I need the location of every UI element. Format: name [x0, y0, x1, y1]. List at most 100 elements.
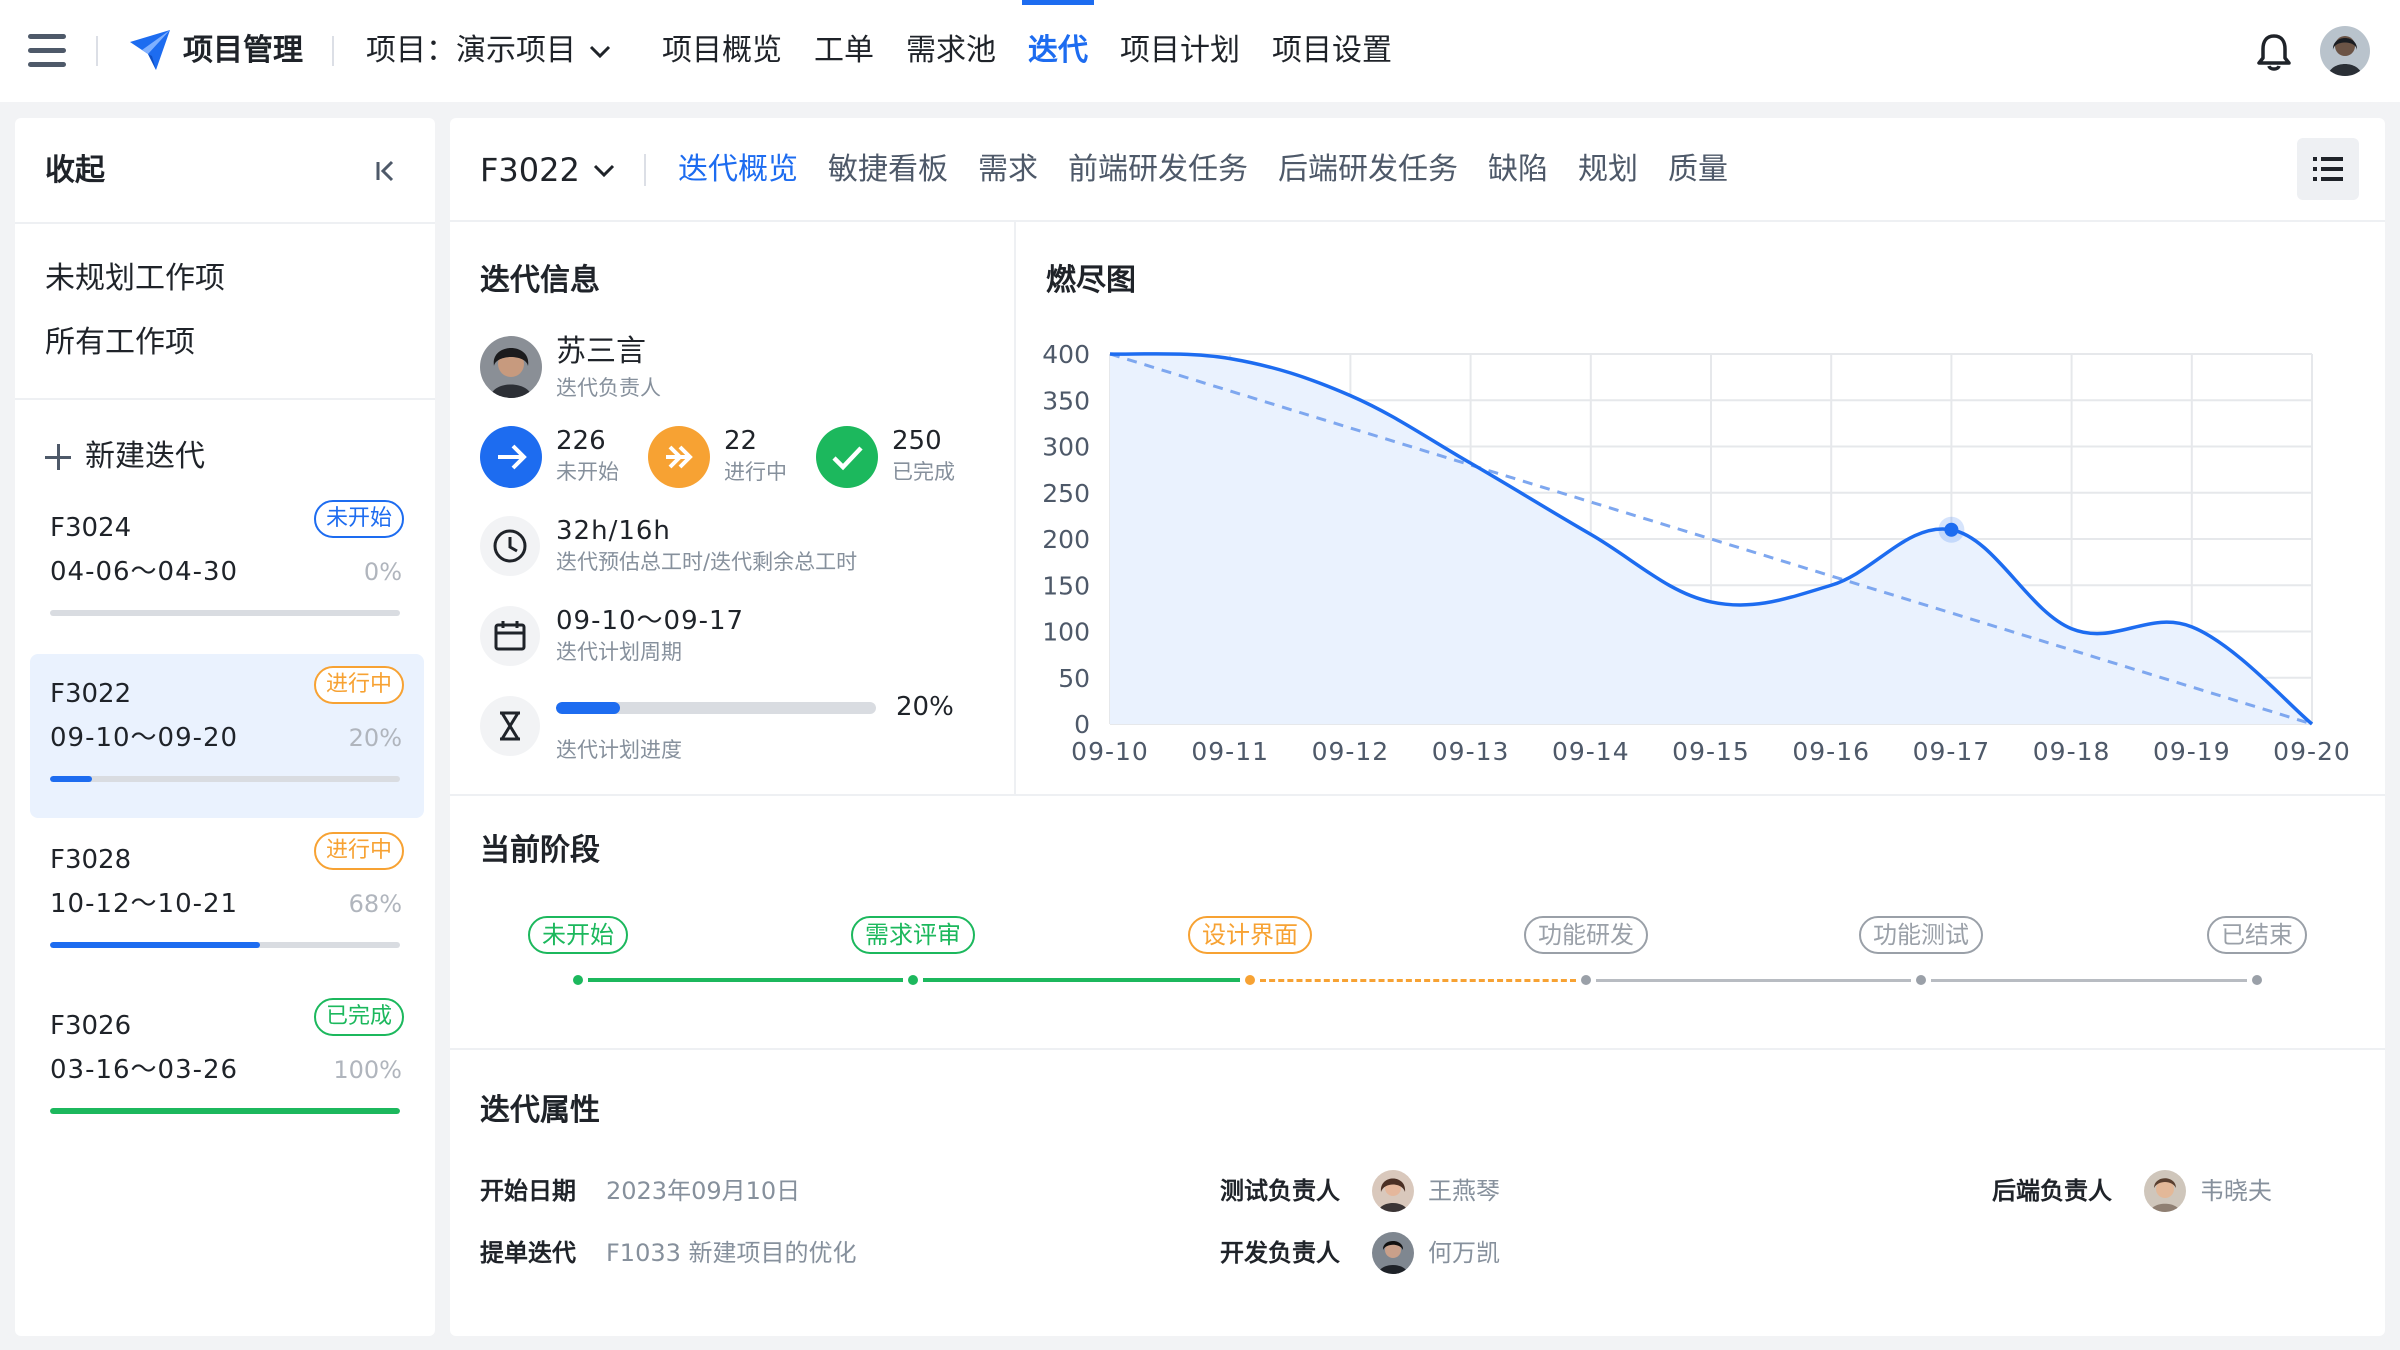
iteration-attributes-title: 迭代属性: [480, 1093, 600, 1128]
iteration-progress-bar: [50, 942, 400, 948]
stage-badge: 功能测试: [1859, 916, 1983, 954]
owner-role: 迭代负责人: [556, 376, 661, 400]
backend-owner-name: 韦晓夫: [2200, 1177, 2272, 1205]
plan-progress-label: 迭代计划进度: [556, 738, 682, 762]
divider: [450, 1048, 2385, 1050]
developer-name: 何万凯: [1428, 1239, 1500, 1267]
stat-completed-count: 250: [892, 426, 942, 456]
iteration-selector[interactable]: F3022: [480, 148, 616, 192]
iteration-card[interactable]: F3028 进行中 10-12～10-21 68%: [30, 820, 424, 984]
user-avatar[interactable]: [2320, 26, 2370, 76]
main-nav: 项目概览 工单 需求池 迭代 项目计划 项目设置: [662, 0, 1424, 102]
nav-overview[interactable]: 项目概览: [662, 0, 782, 102]
tab-agile-board[interactable]: 敏捷看板: [828, 118, 948, 222]
work-hours-label: 迭代预估总工时/迭代剩余总工时: [556, 550, 858, 574]
nav-project-settings[interactable]: 项目设置: [1272, 0, 1392, 102]
check-icon: [816, 426, 878, 488]
x-tick-label: 09-11: [1191, 737, 1269, 766]
nav-project-plan[interactable]: 项目计划: [1120, 0, 1240, 102]
stage-connector: [1260, 979, 1576, 982]
sidebar-link-unplanned[interactable]: 未规划工作项: [45, 258, 225, 300]
nav-iterations[interactable]: 迭代: [1022, 0, 1094, 102]
stage-connector: [1931, 979, 2247, 982]
stage-dot: [908, 975, 918, 985]
hourglass-icon: [480, 696, 540, 756]
bell-icon[interactable]: [2255, 32, 2293, 72]
new-iteration-button[interactable]: 新建迭代: [45, 436, 205, 478]
tester-avatar: [1372, 1170, 1414, 1212]
x-tick-label: 09-16: [1792, 737, 1870, 766]
project-selector[interactable]: 项目：演示项目: [366, 30, 612, 72]
tab-frontend-tasks[interactable]: 前端研发任务: [1068, 118, 1248, 222]
nav-requirement-pool[interactable]: 需求池: [906, 0, 996, 102]
stage-connector: [923, 978, 1240, 982]
sidebar-link-all-items[interactable]: 所有工作项: [45, 322, 195, 364]
clock-icon: [480, 516, 540, 576]
y-tick-label: 0: [1074, 710, 1090, 739]
tab-defects[interactable]: 缺陷: [1488, 118, 1548, 222]
x-tick-label: 09-14: [1552, 737, 1630, 766]
iteration-selector-label: F3022: [480, 151, 580, 189]
tab-requirements[interactable]: 需求: [978, 118, 1038, 222]
developer-avatar: [1372, 1232, 1414, 1274]
tab-quality[interactable]: 质量: [1668, 118, 1728, 222]
stage-dot: [1916, 975, 1926, 985]
iteration-dates: 03-16～03-26: [50, 1055, 239, 1085]
iteration-dates: 09-10～09-20: [50, 723, 239, 753]
sidebar-header: 收起: [15, 118, 435, 224]
iteration-card[interactable]: F3024 未开始 04-06～04-30 0%: [30, 488, 424, 652]
hamburger-icon[interactable]: [28, 34, 68, 68]
x-tick-label: 09-18: [2033, 737, 2111, 766]
owner-name: 苏三言: [556, 334, 646, 369]
iteration-info-title: 迭代信息: [480, 263, 600, 298]
divider: [450, 794, 2385, 796]
collapse-left-icon[interactable]: [370, 156, 400, 186]
iteration-name: F3022: [50, 679, 132, 709]
stat-completed-label: 已完成: [892, 460, 955, 484]
plan-progress-percent: 20%: [896, 692, 954, 722]
paper-plane-logo: [128, 28, 172, 72]
stage-badge: 需求评审: [851, 916, 975, 954]
tab-planning[interactable]: 规划: [1578, 118, 1638, 222]
iteration-name: F3028: [50, 845, 132, 875]
iteration-card[interactable]: F3026 已完成 03-16～03-26 100%: [30, 986, 424, 1150]
progress-fill: [50, 776, 92, 782]
progress-fill: [50, 942, 260, 948]
sidebar-title[interactable]: 收起: [45, 150, 105, 192]
stage-dot: [573, 975, 583, 985]
iteration-percent: 100%: [333, 1056, 402, 1084]
tab-backend-tasks[interactable]: 后端研发任务: [1278, 118, 1458, 222]
work-hours-value: 32h/16h: [556, 516, 671, 546]
list-view-button[interactable]: [2297, 138, 2359, 200]
backend-owner-avatar: [2144, 1170, 2186, 1212]
tab-iteration-overview[interactable]: 迭代概览: [678, 118, 798, 222]
iteration-tabs: 迭代概览 敏捷看板 需求 前端研发任务 后端研发任务 缺陷 规划 质量: [678, 118, 1758, 222]
start-date-key: 开始日期: [480, 1177, 576, 1205]
nav-tickets[interactable]: 工单: [814, 0, 874, 102]
stage-dot: [2252, 975, 2262, 985]
stage-badge: 已结束: [2207, 916, 2307, 954]
start-date-value: 2023年09月10日: [606, 1177, 801, 1205]
chevron-down-icon: [593, 164, 614, 178]
owner-avatar: [480, 336, 542, 398]
plus-icon: [45, 444, 71, 470]
x-tick-label: 09-12: [1312, 737, 1390, 766]
divider: [96, 36, 98, 66]
main-panel: F3022 迭代概览 敏捷看板 需求 前端研发任务 后端研发任务 缺陷 规划 质…: [450, 118, 2385, 1336]
list-icon: [2313, 157, 2343, 181]
stage-connector: [588, 978, 903, 982]
y-tick-label: 400: [1042, 340, 1090, 369]
tester-name: 王燕琴: [1428, 1177, 1500, 1205]
y-tick-label: 200: [1042, 525, 1090, 554]
new-iteration-label: 新建迭代: [85, 439, 205, 474]
iteration-card[interactable]: F3022 进行中 09-10～09-20 20%: [30, 654, 424, 818]
source-iteration-key: 提单迭代: [480, 1239, 576, 1267]
y-tick-label: 250: [1042, 479, 1090, 508]
status-badge: 已完成: [313, 998, 404, 1036]
divider: [15, 398, 435, 400]
iteration-name: F3026: [50, 1011, 132, 1041]
y-tick-label: 350: [1042, 386, 1090, 415]
sidebar: 收起 未规划工作项 所有工作项 新建迭代 F3024 未开始 04-06～04-30…: [15, 118, 435, 1336]
top-bar: 项目管理 项目：演示项目 项目概览 工单 需求池 迭代 项目计划 项目设置: [0, 0, 2400, 102]
source-iteration-value[interactable]: F1033 新建项目的优化: [606, 1236, 857, 1270]
